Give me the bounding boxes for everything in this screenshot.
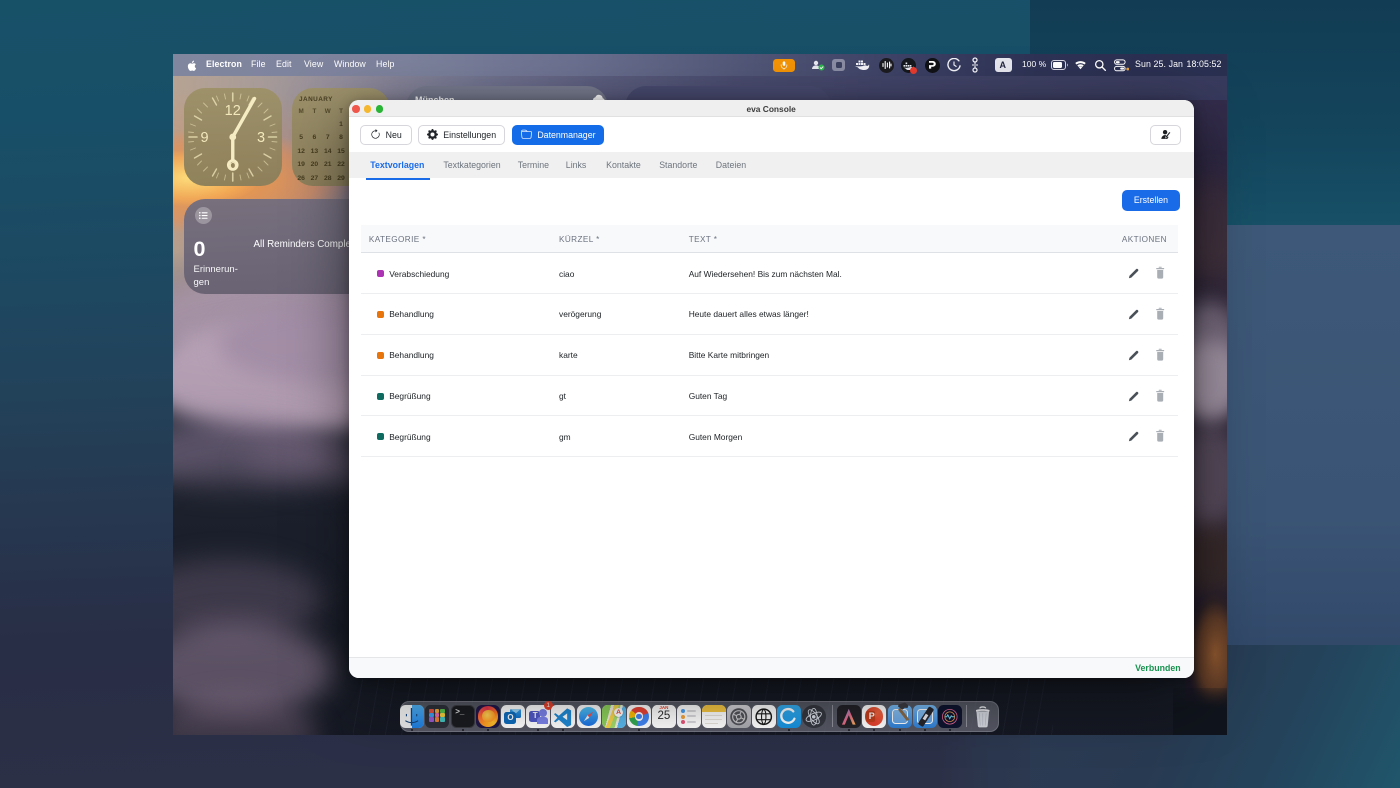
- svg-text:12: 12: [225, 103, 241, 119]
- svg-text:9: 9: [200, 130, 208, 146]
- svg-text:3: 3: [257, 130, 265, 146]
